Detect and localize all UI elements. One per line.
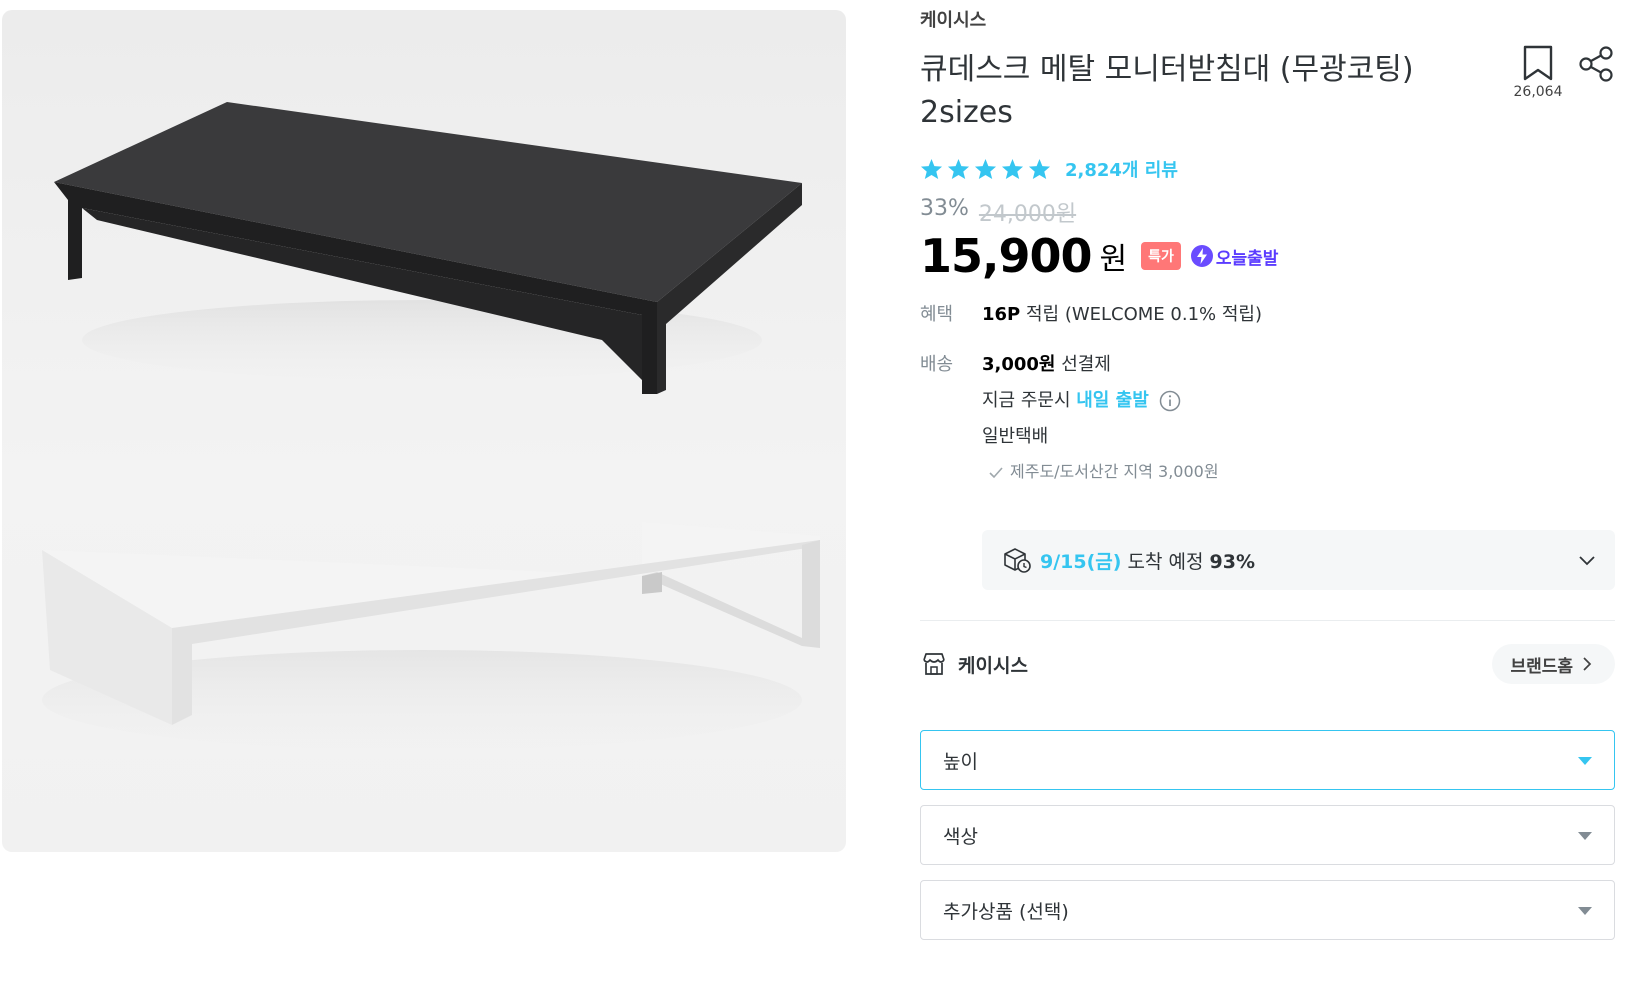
product-title-sizes: 2sizes	[920, 95, 1013, 130]
chevron-down-icon	[1579, 556, 1595, 566]
star-icon	[947, 158, 970, 180]
shipping-fee-row: 3,000원 선결제	[982, 350, 1111, 376]
today-departure-label: 오늘출발	[1215, 248, 1279, 269]
special-badge: 특가	[1141, 242, 1181, 270]
caret-down-icon	[1578, 907, 1592, 915]
eta-text: 9/15(금) 도착 예정 93%	[1040, 547, 1255, 574]
review-count-link[interactable]: 2,824개 리뷰	[1065, 156, 1178, 182]
scrap-count: 26,064	[1513, 84, 1563, 100]
option-select-label: 추가상품 (선택)	[943, 900, 1069, 923]
bookmark-icon	[1523, 45, 1553, 81]
today-departure-badge: 오늘출발	[1190, 244, 1279, 269]
price-row: 15,900 원 특가 오늘출발	[920, 228, 1278, 284]
option-select-addon[interactable]: 추가상품 (선택)	[920, 880, 1615, 940]
section-divider	[920, 620, 1615, 621]
eta-label: 도착 예정	[1121, 550, 1210, 573]
brand-home-label: 브랜드홈	[1510, 656, 1573, 677]
store-row: 케이시스 브랜드홈	[920, 644, 1615, 684]
rating-row: 2,824개 리뷰	[920, 154, 1178, 184]
departure-row: 지금 주문시 내일 출발	[982, 386, 1181, 412]
shipping-fee: 3,000원	[982, 354, 1056, 375]
star-icon	[920, 158, 943, 180]
sale-price: 15,900	[920, 229, 1093, 283]
caret-down-icon	[1578, 832, 1592, 840]
star-icon	[974, 158, 997, 180]
store-name[interactable]: 케이시스	[958, 651, 1028, 678]
option-select-label: 높이	[943, 750, 978, 773]
brand-link[interactable]: 케이시스	[920, 6, 986, 32]
share-button[interactable]	[1576, 44, 1616, 84]
shipping-label: 배송	[920, 354, 954, 375]
departure-highlight: 내일 출발	[1076, 390, 1149, 411]
option-select-height[interactable]: 높이	[920, 730, 1615, 790]
share-icon	[1579, 46, 1613, 82]
product-info: 케이시스 큐데스크 메탈 모니터받침대 (무광코팅) 2sizes 26,064…	[920, 0, 1615, 988]
benefit-label: 혜택	[920, 304, 954, 325]
shipping-fee-suffix: 선결제	[1055, 354, 1111, 375]
remote-area-row: 제주도/도서산간 지역 3,000원	[988, 458, 1219, 482]
remote-area-note: 제주도/도서산간 지역 3,000원	[1010, 462, 1219, 481]
star-rating	[920, 158, 1051, 180]
currency-unit: 원	[1099, 242, 1128, 277]
delivery-box-icon	[1004, 548, 1031, 573]
store-icon	[923, 653, 945, 675]
product-title: 큐데스크 메탈 모니터받침대 (무광코팅)	[920, 52, 1414, 87]
discount-rate: 33%	[920, 196, 969, 221]
star-icon	[1028, 158, 1051, 180]
option-select-label: 색상	[943, 825, 978, 848]
eta-date: 9/15(금)	[1040, 550, 1122, 573]
benefit-description: 적립 (WELCOME 0.1% 적립)	[1020, 304, 1262, 325]
delivery-eta-dropdown[interactable]: 9/15(금) 도착 예정 93%	[982, 530, 1615, 590]
option-select-color[interactable]: 색상	[920, 805, 1615, 865]
eta-percent: 93%	[1209, 550, 1255, 573]
info-icon[interactable]	[1159, 390, 1181, 412]
product-image	[2, 10, 846, 852]
brand-home-button[interactable]: 브랜드홈	[1492, 644, 1615, 684]
star-icon	[1001, 158, 1024, 180]
benefit-text: 16P 적립 (WELCOME 0.1% 적립)	[982, 300, 1262, 326]
departure-prefix: 지금 주문시	[982, 390, 1077, 411]
chevron-right-icon	[1583, 657, 1592, 671]
price-discount-row: 33% 24,000원	[920, 196, 1076, 228]
caret-down-icon	[1578, 757, 1592, 765]
shipping-method: 일반택배	[982, 426, 1049, 447]
benefit-points: 16P	[982, 304, 1021, 325]
lightning-icon	[1190, 245, 1213, 267]
scrap-button[interactable]: 26,064	[1510, 44, 1566, 104]
original-price: 24,000원	[978, 202, 1077, 227]
check-icon	[989, 466, 1003, 478]
